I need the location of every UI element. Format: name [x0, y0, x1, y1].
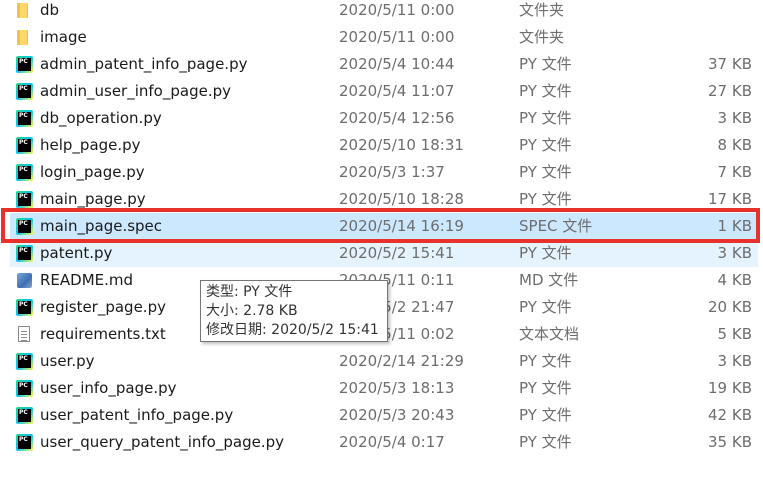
file-name: user_patent_info_page.py	[40, 406, 234, 424]
file-modified-date: 2020/5/3 18:13	[339, 379, 455, 397]
file-type: PY 文件	[519, 82, 572, 100]
file-size	[652, 0, 752, 24]
pycharm-file-icon	[16, 110, 33, 127]
file-name: patent.py	[40, 244, 113, 262]
file-row[interactable]: admin_user_info_page.py 2020/5/4 11:07 PY …	[10, 78, 758, 105]
file-size: 27 KB	[708, 82, 752, 100]
pycharm-file-icon	[16, 83, 33, 100]
file-name: db	[40, 1, 60, 19]
file-size: 8 KB	[717, 136, 752, 154]
file-type: PY 文件	[519, 190, 572, 208]
file-size: 1 KB	[717, 217, 752, 235]
file-type: PY 文件	[519, 163, 572, 181]
file-size: 7 KB	[717, 163, 752, 181]
file-modified-date: 2020/5/2 15:41	[339, 244, 455, 262]
file-modified-date: 2020/5/3 20:43	[339, 406, 455, 424]
file-size: 5 KB	[717, 325, 752, 343]
file-type: MD 文件	[519, 271, 579, 289]
file-type: SPEC 文件	[519, 217, 593, 235]
pycharm-file-icon	[16, 380, 33, 397]
file-type: PY 文件	[519, 379, 572, 397]
file-modified-date: 2020/5/4 10:44	[339, 55, 455, 73]
file-row[interactable]: user_info_page.py 2020/5/3 18:13 PY 文件 19 K…	[10, 375, 758, 402]
file-row[interactable]: main_page.spec 2020/5/14 16:19 SPEC 文件 1 KB	[10, 213, 758, 240]
file-type: 文本文档	[519, 325, 580, 343]
file-size: 4 KB	[717, 271, 752, 289]
file-type: PY 文件	[519, 352, 572, 370]
tooltip-type-line: 类型: PY 文件	[206, 284, 293, 300]
file-type: PY 文件	[519, 55, 572, 73]
pycharm-file-icon	[16, 218, 33, 235]
file-size	[652, 24, 752, 51]
file-row[interactable]: user.py 2020/2/14 21:29 PY 文件 3 KB	[10, 348, 758, 375]
file-modified-date: 2020/5/3 1:37	[339, 163, 445, 181]
file-name: help_page.py	[40, 136, 141, 154]
pycharm-file-icon	[16, 245, 33, 262]
file-size: 20 KB	[708, 298, 752, 316]
file-modified-date: 2020/5/14 16:19	[339, 217, 464, 235]
file-row[interactable]: db 2020/5/11 0:00 文件夹	[10, 0, 758, 24]
pycharm-file-icon	[16, 299, 33, 316]
file-type: PY 文件	[519, 406, 572, 424]
file-modified-date: 2020/5/10 18:31	[339, 136, 464, 154]
file-name: user_query_patent_info_page.py	[40, 433, 284, 451]
file-size: 35 KB	[708, 433, 752, 451]
file-modified-date: 2020/5/4 12:56	[339, 109, 455, 127]
tooltip-size-line: 大小: 2.78 KB	[206, 303, 298, 319]
pycharm-file-icon	[16, 191, 33, 208]
pycharm-file-icon	[16, 164, 33, 181]
pycharm-file-icon	[16, 434, 33, 451]
text-file-icon	[16, 326, 33, 343]
file-size: 3 KB	[717, 352, 752, 370]
file-row[interactable]: image 2020/5/11 0:00 文件夹	[10, 24, 758, 51]
pycharm-file-icon	[16, 56, 33, 73]
file-name: db_operation.py	[40, 109, 162, 127]
pycharm-file-icon	[16, 353, 33, 370]
file-row[interactable]: login_page.py 2020/5/3 1:37 PY 文件 7 KB	[10, 159, 758, 186]
tooltip-modified-line: 修改日期: 2020/5/2 15:41	[206, 322, 379, 338]
file-modified-date: 2020/5/11 0:00	[339, 28, 455, 46]
file-size: 19 KB	[708, 379, 752, 397]
file-type: PY 文件	[519, 136, 572, 154]
file-info-tooltip: 类型: PY 文件 大小: 2.78 KB 修改日期: 2020/5/2 15:…	[200, 280, 388, 342]
file-size: 42 KB	[708, 406, 752, 424]
file-modified-date: 2020/2/14 21:29	[339, 352, 464, 370]
file-name: user.py	[40, 352, 95, 370]
file-type: PY 文件	[519, 244, 572, 262]
file-name: main_page.spec	[40, 217, 163, 235]
file-size: 3 KB	[717, 244, 752, 262]
file-name: image	[40, 28, 87, 46]
file-name: main_page.py	[40, 190, 146, 208]
file-type: 文件夹	[519, 28, 565, 46]
pycharm-file-icon	[16, 137, 33, 154]
file-row[interactable]: main_page.py 2020/5/10 18:28 PY 文件 17 KB	[10, 186, 758, 213]
file-modified-date: 2020/5/4 0:17	[339, 433, 445, 451]
file-modified-date: 2020/5/11 0:00	[339, 1, 455, 19]
file-row[interactable]: help_page.py 2020/5/10 18:31 PY 文件 8 KB	[10, 132, 758, 159]
file-modified-date: 2020/5/10 18:28	[339, 190, 464, 208]
file-type: PY 文件	[519, 298, 572, 316]
file-row[interactable]: user_patent_info_page.py 2020/5/3 20:43 PY…	[10, 402, 758, 429]
file-row[interactable]: admin_patent_info_page.py 2020/5/4 10:44 P…	[10, 51, 758, 78]
file-size: 3 KB	[717, 109, 752, 127]
file-type: PY 文件	[519, 433, 572, 451]
file-name: admin_user_info_page.py	[40, 82, 231, 100]
pycharm-file-icon	[16, 407, 33, 424]
file-name: login_page.py	[40, 163, 145, 181]
file-type: PY 文件	[519, 109, 572, 127]
folder-icon	[16, 2, 33, 19]
file-size: 37 KB	[708, 55, 752, 73]
folder-icon	[16, 29, 33, 46]
file-row[interactable]: db_operation.py 2020/5/4 12:56 PY 文件 3 KB	[10, 105, 758, 132]
file-list: db 2020/5/11 0:00 文件夹 image 2020/5/11 0:00 文件…	[0, 0, 763, 480]
file-type: 文件夹	[519, 1, 565, 19]
file-name: user_info_page.py	[40, 379, 177, 397]
file-size: 17 KB	[708, 190, 752, 208]
file-row[interactable]: patent.py 2020/5/2 15:41 PY 文件 3 KB	[10, 240, 758, 267]
file-modified-date: 2020/5/4 11:07	[339, 82, 455, 100]
file-row[interactable]: user_query_patent_info_page.py 2020/5/4 0…	[10, 429, 758, 456]
markdown-file-icon	[16, 272, 33, 289]
file-name: admin_patent_info_page.py	[40, 55, 248, 73]
